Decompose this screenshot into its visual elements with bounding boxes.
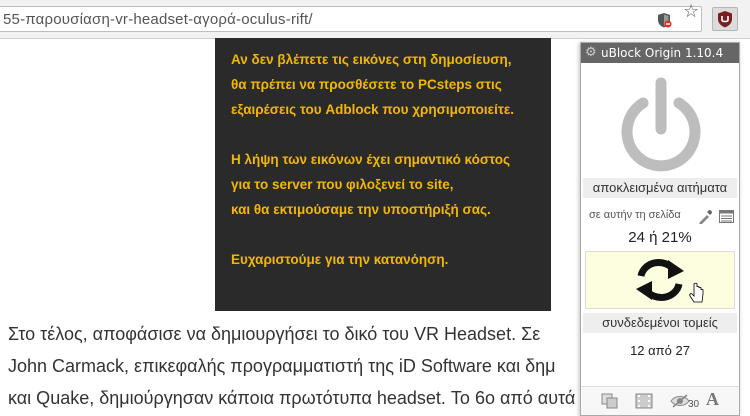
cosmetic-filter-icon[interactable] — [670, 393, 690, 409]
notice-line: για το server που φιλοξενεί το site, — [231, 177, 454, 192]
refresh-button[interactable] — [585, 251, 735, 309]
list-icon[interactable] — [719, 210, 734, 223]
ublock-icon — [718, 11, 732, 28]
notice-line: Ευχαριστούμε για την κατανόηση. — [231, 252, 449, 267]
popup-toolbar: 30 A — [581, 386, 739, 415]
notice-line: θα πρέπει να προσθέσετε το PCsteps στις — [231, 77, 502, 92]
shield-blocked-icon[interactable] — [656, 12, 672, 28]
address-bar[interactable]: 55-παρουσίαση-vr-headset-αγορά-oculus-ri… — [0, 6, 702, 32]
popup-block-icon[interactable] — [601, 393, 619, 409]
browser-toolbar: 55-παρουσίαση-vr-headset-αγορά-oculus-ri… — [0, 0, 750, 39]
ublock-toolbar-button[interactable] — [712, 7, 738, 31]
notice-line: Η λήψη των εικόνων έχει σημαντικό κόστος — [231, 152, 511, 167]
connected-domains-header: συνδεδεμένοι τομείς — [583, 313, 737, 333]
cosmetic-filter-count: 30 — [688, 399, 700, 410]
popup-header: ⚙ uBlock Origin 1.10.4 — [581, 43, 739, 63]
font-block-icon[interactable]: A — [706, 389, 719, 410]
url-text[interactable]: 55-παρουσίαση-vr-headset-αγορά-oculus-ri… — [3, 11, 313, 28]
ublock-popup: ⚙ uBlock Origin 1.10.4 αποκλεισμένα αιτή… — [580, 42, 740, 416]
connected-domains-count: 12 από 27 — [630, 343, 690, 358]
media-block-icon[interactable] — [635, 393, 653, 409]
pipette-icon[interactable] — [697, 209, 713, 225]
star-icon[interactable]: ☆ — [683, 2, 699, 22]
power-icon[interactable] — [615, 75, 707, 179]
notice-line: και θα εκτιμούσαμε την υποστήριξή σας. — [231, 202, 491, 217]
adblock-notice-box: Αν δεν βλέπετε τις εικόνες στη δημοσίευσ… — [215, 38, 551, 311]
blocked-requests-header: αποκλεισμένα αιτήματα — [583, 178, 737, 198]
article-paragraph-line: John Carmack, επικεφαλής προγραμματιστή … — [8, 356, 556, 376]
blocked-requests-count: 24 ή 21% — [628, 229, 692, 246]
notice-line: εξαιρέσεις του Adblock που χρησιμοποιείτ… — [231, 102, 515, 117]
notice-line: Αν δεν βλέπετε τις εικόνες στη δημοσίευσ… — [231, 52, 512, 67]
on-this-page-label: σε αυτήν τη σελίδα — [589, 209, 681, 221]
article-paragraph-line: Στο τέλος, αποφάσισε να δημιουργήσει το … — [8, 324, 541, 344]
gear-icon[interactable]: ⚙ — [585, 45, 597, 61]
popup-title: uBlock Origin 1.10.4 — [601, 46, 724, 60]
refresh-icon — [636, 259, 704, 303]
